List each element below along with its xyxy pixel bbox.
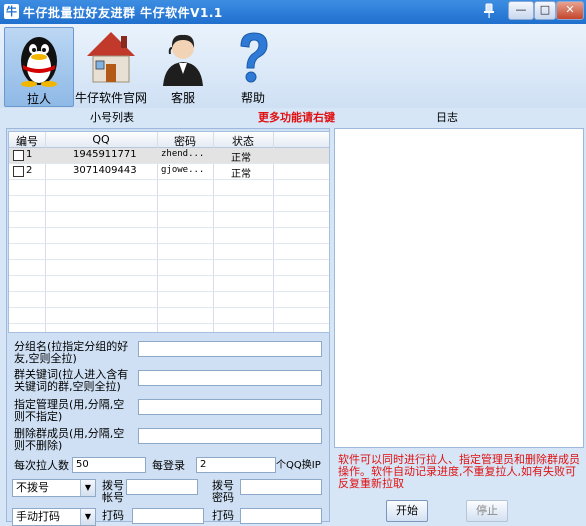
close-button[interactable]: ✕ (556, 1, 584, 20)
account-table[interactable]: 编号 QQ 密码 状态 1 1945911771 zhend... 正常 2 3… (8, 131, 330, 333)
dial-password-label: 拨号密码 (212, 479, 234, 504)
row-divider (9, 195, 329, 196)
captcha-label-1: 打码 (102, 509, 124, 522)
captcha-select-value: 手动打码 (16, 510, 60, 523)
table-row[interactable]: 2 3071409443 gjowe... 正常 (9, 164, 329, 180)
per-pull-label: 每次拉人数 (14, 459, 69, 472)
captcha-input-1[interactable] (132, 508, 204, 524)
group-keyword-input[interactable] (138, 370, 322, 386)
row-divider (9, 227, 329, 228)
minimize-button[interactable]: — (508, 1, 534, 20)
row-divider (9, 211, 329, 212)
house-icon (87, 32, 135, 83)
account-list-header: 小号列表 (90, 111, 134, 124)
maximize-button[interactable]: □ (534, 1, 556, 20)
row-divider (9, 291, 329, 292)
group-keyword-label: 群关键词(拉人进入含有关键词的群,空则全拉) (14, 368, 129, 393)
qq-penguin-icon (21, 37, 57, 87)
tool-pull-people-label: 拉人 (26, 92, 51, 106)
log-note: 软件可以同时进行拉人、指定管理员和删除群成员操作。软件自动记录进度,不重复拉人,… (338, 453, 580, 490)
title-bar: 牛 牛仔批量拉好友进群 牛仔软件V1.1 — □ ✕ (0, 0, 586, 24)
chevron-down-icon: ▼ (80, 480, 95, 496)
col-password[interactable]: 密码 (157, 133, 213, 149)
row-checkbox[interactable] (13, 166, 24, 177)
per-login-label: 每登录 (152, 459, 185, 472)
dial-select[interactable]: 不拨号 ▼ (12, 479, 96, 497)
row-qq: 1945911771 (73, 149, 137, 160)
dial-account-label: 拨号帐号 (102, 479, 124, 504)
per-login-input[interactable]: 2 (196, 457, 276, 473)
pin-icon[interactable] (482, 3, 496, 19)
chevron-down-icon: ▼ (80, 509, 95, 525)
close-icon: ✕ (565, 3, 575, 16)
row-password: zhend... (161, 149, 205, 159)
tool-customer-service[interactable]: 客服 (150, 27, 216, 105)
dial-account-input[interactable] (126, 479, 198, 495)
minimize-icon: — (515, 3, 527, 16)
row-checkbox[interactable] (13, 150, 24, 161)
col-id[interactable]: 编号 (9, 133, 45, 149)
captcha-input-2[interactable] (240, 508, 322, 524)
group-name-input[interactable] (138, 341, 322, 357)
row-qq: 3071409443 (73, 165, 137, 176)
dial-password-input[interactable] (240, 479, 322, 495)
stop-button[interactable]: 停止 (466, 500, 508, 522)
start-button[interactable]: 开始 (386, 500, 428, 522)
customer-service-icon (163, 34, 203, 86)
tool-official-site[interactable]: 牛仔软件官网 (74, 27, 148, 105)
row-id: 1 (26, 149, 33, 160)
table-row[interactable]: 1 1945911771 zhend... 正常 (9, 148, 329, 164)
tool-help[interactable]: 帮助 (220, 27, 286, 105)
col-qq[interactable]: QQ (45, 133, 157, 146)
dial-select-value: 不拨号 (16, 481, 49, 494)
row-divider (9, 259, 329, 260)
group-name-label: 分组名(拉指定分组的好友,空则全拉) (14, 340, 129, 365)
question-mark-icon (240, 32, 268, 83)
admin-input[interactable] (138, 399, 322, 415)
toolbar: 拉人 牛仔软件官网 客服 帮助 (0, 24, 586, 108)
log-box[interactable] (334, 128, 584, 448)
row-divider (9, 275, 329, 276)
captcha-label-2: 打码 (212, 509, 234, 522)
row-divider (9, 307, 329, 308)
remove-member-input[interactable] (138, 428, 322, 444)
row-status: 正常 (231, 153, 251, 164)
row-divider (9, 323, 329, 324)
log-header: 日志 (436, 111, 458, 124)
tool-help-label: 帮助 (240, 91, 265, 105)
row-id: 2 (26, 165, 33, 176)
maximize-icon: □ (539, 3, 551, 16)
per-login-suffix: 个QQ换IP (276, 460, 321, 471)
table-header: 编号 QQ 密码 状态 (9, 132, 329, 148)
row-status: 正常 (231, 169, 251, 180)
captcha-select[interactable]: 手动打码 ▼ (12, 508, 96, 526)
tool-pull-people[interactable]: 拉人 (4, 27, 74, 107)
more-features-hint: 更多功能请右键 (258, 111, 335, 124)
row-password: gjowe... (161, 165, 205, 175)
tool-official-site-label: 牛仔软件官网 (74, 91, 147, 105)
col-status[interactable]: 状态 (213, 133, 273, 149)
window-title: 牛仔批量拉好友进群 牛仔软件V1.1 (23, 6, 223, 20)
per-pull-input[interactable]: 50 (72, 457, 146, 473)
row-divider (9, 243, 329, 244)
tool-customer-service-label: 客服 (170, 91, 195, 105)
app-icon: 牛 (4, 4, 19, 19)
remove-member-label: 删除群成员(用,分隔,空则不删除) (14, 427, 125, 452)
admin-label: 指定管理员(用,分隔,空则不指定) (14, 398, 125, 423)
